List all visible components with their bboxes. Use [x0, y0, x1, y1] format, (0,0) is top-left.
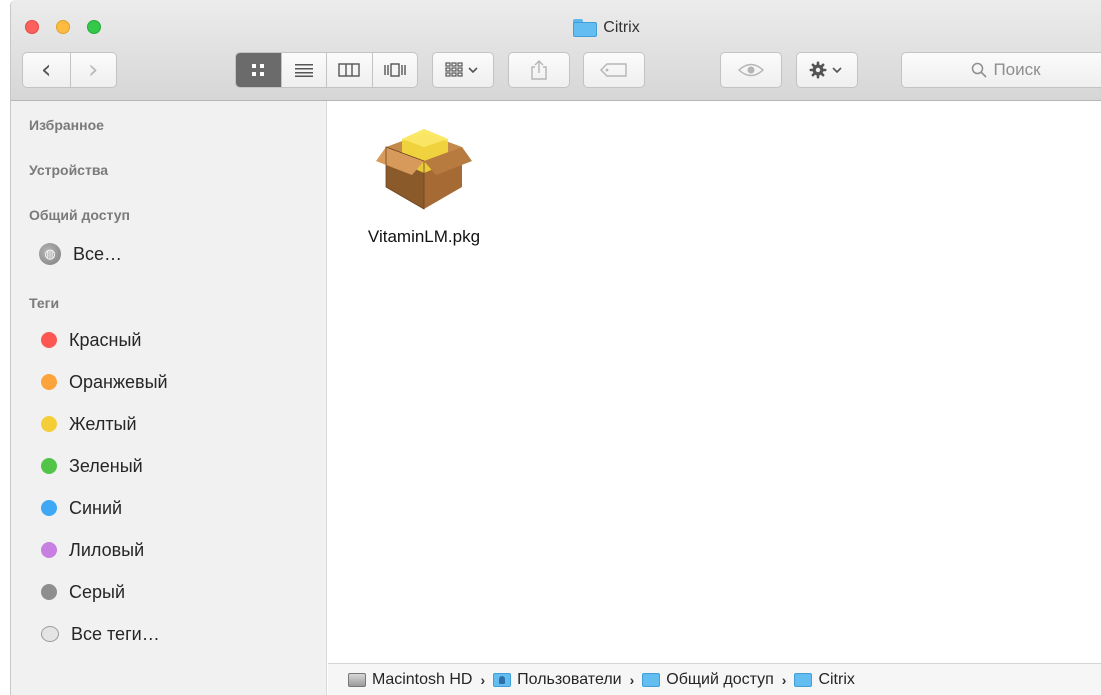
path-item-users[interactable]: Пользователи: [493, 670, 622, 689]
search-field[interactable]: Поиск: [901, 52, 1101, 88]
all-tags-icon: [41, 626, 59, 642]
sidebar-item-label: Лиловый: [69, 539, 145, 560]
sidebar-section-tags[interactable]: Теги: [29, 295, 59, 311]
tag-color-dot: [41, 458, 57, 474]
path-item-macintosh-hd[interactable]: Macintosh HD: [348, 671, 472, 689]
cover-flow-icon: [384, 63, 406, 77]
package-icon: [376, 129, 472, 210]
hard-drive-icon: [348, 672, 366, 687]
chevron-right-icon: ›: [629, 671, 635, 688]
gear-icon: [809, 61, 842, 79]
path-bar: Macintosh HD › Пользователи › Общий дост…: [328, 663, 1101, 695]
chevron-right-icon: ›: [88, 55, 99, 85]
sidebar-tag-green[interactable]: Зеленый: [41, 453, 143, 479]
chevron-left-icon: ‹: [41, 55, 52, 85]
sidebar-item-label: Зеленый: [69, 455, 143, 476]
cover-flow-view-button[interactable]: [371, 53, 418, 87]
folder-icon: [642, 672, 661, 687]
file-item[interactable]: VitaminLM.pkg: [354, 117, 494, 247]
tag-color-dot: [41, 500, 57, 516]
path-item-label: Citrix: [818, 670, 855, 688]
path-item-shared[interactable]: Общий доступ: [642, 671, 774, 689]
path-item-label: Пользователи: [517, 670, 622, 688]
sidebar-item-label: Все теги…: [71, 623, 160, 644]
sidebar-tag-blue[interactable]: Синий: [41, 495, 122, 521]
folder-icon: [794, 672, 813, 687]
sidebar-item-label: Желтый: [69, 413, 137, 434]
sidebar-item-label: Синий: [69, 497, 123, 518]
quick-look-button[interactable]: [720, 52, 782, 88]
sidebar-tag-gray[interactable]: Серый: [41, 579, 125, 605]
sidebar-section-shared[interactable]: Общий доступ: [29, 207, 130, 223]
window-title: Citrix: [11, 19, 1101, 42]
column-view-button[interactable]: [326, 53, 372, 87]
search-icon: [972, 62, 988, 78]
file-name: VitaminLM.pkg: [367, 227, 481, 246]
search-placeholder: Поиск: [993, 60, 1041, 79]
window-title-text: Citrix: [603, 19, 640, 36]
sidebar: Избранное Устройства Общий доступ ◍ Все……: [11, 101, 327, 695]
share-button[interactable]: [508, 52, 570, 88]
sidebar-tag-red[interactable]: Красный: [41, 327, 141, 353]
folder-icon: [573, 19, 598, 37]
arrange-button[interactable]: [432, 52, 494, 88]
arrange-grid-icon: [445, 62, 478, 77]
path-item-label: Общий доступ: [666, 670, 774, 688]
path-item-label: Macintosh HD: [372, 670, 473, 688]
tag-color-dot: [41, 332, 57, 348]
sidebar-item-label: Красный: [69, 329, 142, 350]
back-button[interactable]: ‹: [23, 53, 70, 87]
tag-button[interactable]: [583, 52, 645, 88]
navigation-buttons: ‹ ›: [22, 52, 117, 88]
sidebar-section-favorites[interactable]: Избранное: [29, 117, 104, 133]
title-bar: Citrix ‹ › Поиск: [11, 0, 1101, 101]
chevron-right-icon: ›: [781, 671, 787, 688]
icon-view-button[interactable]: [236, 53, 281, 87]
sidebar-item-label: Оранжевый: [69, 371, 168, 392]
eye-icon: [738, 63, 764, 77]
sidebar-tag-yellow[interactable]: Желтый: [41, 411, 137, 437]
users-folder-icon: [493, 672, 512, 687]
tag-color-dot: [41, 542, 57, 558]
sidebar-item-label: Все…: [73, 243, 123, 264]
icon-view-icon: [252, 64, 265, 76]
sidebar-tag-orange[interactable]: Оранжевый: [41, 369, 168, 395]
view-mode-control: [235, 52, 418, 88]
sidebar-tag-purple[interactable]: Лиловый: [41, 537, 144, 563]
tag-color-dot: [41, 416, 57, 432]
share-icon: [531, 60, 547, 80]
sidebar-item-label: Серый: [69, 581, 126, 602]
tag-color-dot: [41, 374, 57, 390]
sidebar-all-tags[interactable]: Все теги…: [41, 621, 160, 647]
tag-icon: [600, 63, 627, 77]
sidebar-section-devices[interactable]: Устройства: [29, 162, 108, 178]
forward-button[interactable]: ›: [69, 53, 117, 87]
column-view-icon: [338, 63, 360, 77]
sidebar-item-shared-all[interactable]: ◍ Все…: [39, 241, 122, 267]
network-icon: ◍: [39, 243, 61, 265]
finder-window: Citrix ‹ › Поиск Избранное Устройства Об…: [10, 0, 1101, 695]
chevron-right-icon: ›: [480, 671, 486, 688]
list-view-button[interactable]: [280, 53, 327, 87]
file-browser-content[interactable]: VitaminLM.pkg: [328, 101, 1101, 663]
action-button[interactable]: [796, 52, 858, 88]
tag-color-dot: [41, 584, 57, 600]
path-item-citrix[interactable]: Citrix: [794, 670, 855, 689]
list-view-icon: [294, 64, 313, 77]
